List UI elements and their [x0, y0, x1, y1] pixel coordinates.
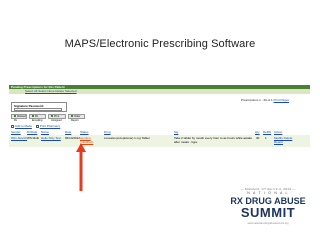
print-checkbox[interactable] — [35, 124, 39, 128]
row-report-link[interactable]: Report — [274, 140, 283, 144]
table-row: DDx-Nevich WS Multi Hello Kitty Test 06/… — [9, 135, 310, 147]
allowed-rx-button[interactable]: Allowed Rx — [11, 114, 27, 122]
col-refills[interactable]: Refills — [263, 130, 271, 134]
row-refills: 1 — [265, 136, 267, 140]
signature-box: Signature Password: — [11, 102, 67, 112]
green-check-icon — [14, 115, 16, 118]
print-pages-link[interactable]: Print Pages — [274, 98, 290, 102]
print-unsigned-button[interactable]: Print Unsigned — [48, 114, 66, 122]
prescription-range: Prescriptions 1 - 20 of 1 Print Pages — [241, 98, 289, 102]
row-drug: Lunesta (eszopiclone) 1 mg Tablet — [104, 136, 150, 140]
row-drug-date: WS Multi — [27, 136, 39, 140]
row-sender[interactable]: DDx-Nevich — [11, 136, 27, 140]
row-qty: 30 — [256, 136, 260, 140]
add-checkbox[interactable] — [11, 124, 14, 128]
col-name[interactable]: Name — [41, 130, 49, 134]
logo-url: www.nationalrxdrugabusesummit.org — [247, 222, 289, 225]
summit-logo: — Stamford, CT April 2-4, 2013 — N A T I… — [226, 187, 310, 235]
signature-password-input[interactable] — [14, 108, 62, 111]
select-actions-links[interactable]: Select All Select None Delete Selected — [25, 89, 77, 94]
col-sender[interactable]: Sender — [11, 130, 21, 134]
add-to-meds-link[interactable]: Add to Meds — [15, 124, 32, 128]
col-action[interactable]: Action — [274, 130, 282, 134]
col-drug-date[interactable]: Dr/Date — [27, 130, 37, 134]
order-report-button[interactable]: Order Report — [68, 114, 85, 122]
logo-national: N A T I O N A L — [247, 191, 289, 195]
col-sig[interactable]: Sig — [174, 130, 178, 134]
col-drug[interactable]: Drug — [104, 130, 111, 134]
col-qty[interactable]: Qty — [255, 130, 260, 134]
printer-icon — [51, 115, 53, 118]
selection-bar: Select All Select None Delete Selected — [9, 89, 310, 94]
col-status[interactable]: Status — [80, 130, 89, 134]
green-check-icon — [32, 115, 34, 118]
row-date: 06/14/2012 — [65, 136, 81, 140]
print-pharmacy-link[interactable]: Print Pharmacy — [40, 124, 61, 128]
rx-encoding-button[interactable]: Rx Encoding — [29, 114, 46, 122]
row-sig-continued: after meals - tigre — [174, 140, 198, 144]
slide-title: MAPS/Electronic Prescribing Software — [64, 38, 256, 50]
red-up-arrow — [76, 143, 86, 191]
eprescribing-screenshot: Pending Prescriptions for this Patient S… — [9, 85, 310, 186]
row-patient-name[interactable]: Hello Kitty Test — [41, 136, 61, 140]
report-icon — [71, 115, 73, 118]
red-up-arrow-shape — [76, 143, 86, 191]
logo-summit: SUMMIT — [240, 205, 296, 220]
medication-links: Add to Meds Print Pharmacy — [11, 124, 63, 128]
col-date[interactable]: Date — [65, 130, 71, 134]
prescription-range-text: Prescriptions 1 - 20 of 1 — [241, 98, 273, 102]
